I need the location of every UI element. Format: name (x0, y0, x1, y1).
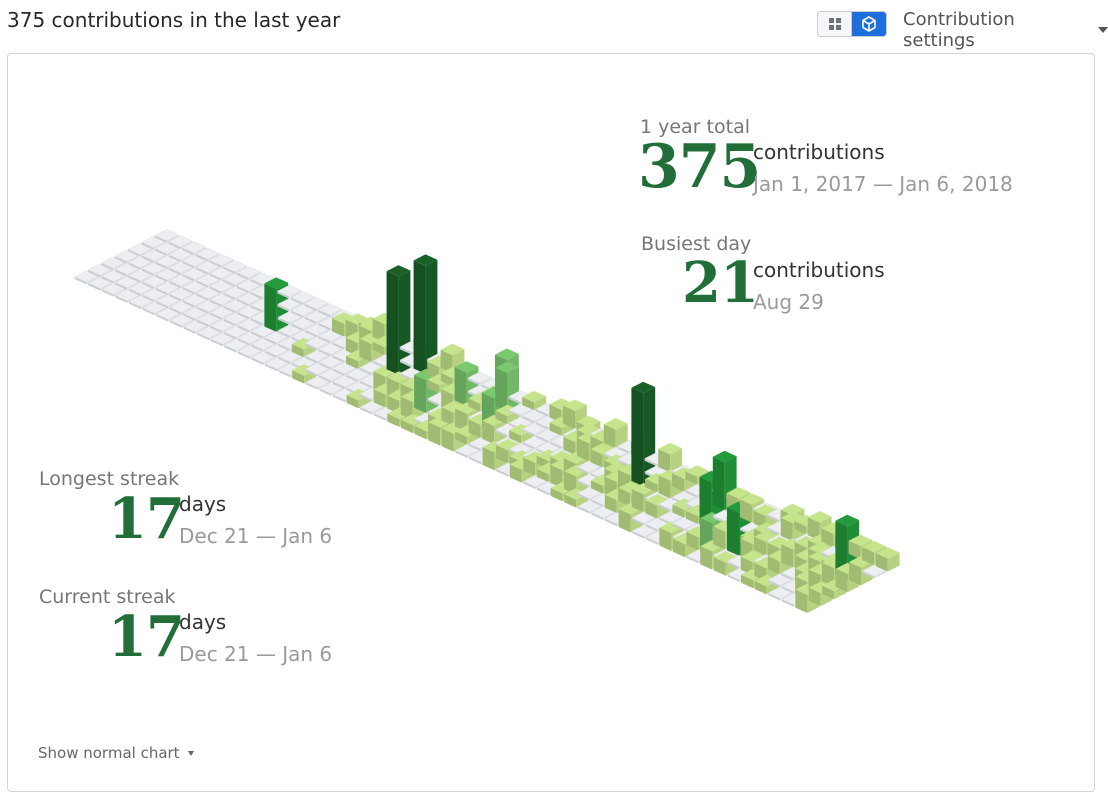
busiest-unit: contributions (753, 258, 885, 282)
grid-icon (828, 18, 841, 30)
total-range: Jan 1, 2017 — Jan 6, 2018 (753, 172, 1013, 196)
cube-icon (862, 16, 876, 32)
caret-down-icon (187, 750, 194, 756)
contribution-settings-label: Contribution settings (903, 9, 1015, 51)
contribution-cell-side (712, 456, 725, 511)
current-streak-value: 17 (108, 604, 185, 670)
contribution-settings-dropdown[interactable]: Contribution settings (903, 9, 1108, 51)
show-normal-chart-label: Show normal chart (38, 744, 180, 762)
longest-streak-value: 17 (108, 486, 185, 552)
contribution-panel: 1 year total 375 contributions Jan 1, 20… (7, 53, 1095, 792)
3d-view-button[interactable] (852, 12, 886, 36)
contribution-cell-side (414, 374, 427, 414)
isometric-contribution-chart (74, 229, 900, 613)
contribution-cell-side (495, 367, 508, 412)
current-streak-unit: days (179, 610, 227, 634)
current-streak-range: Dec 21 — Jan 6 (179, 642, 333, 666)
contribution-cell-side (727, 507, 739, 556)
total-value: 375 (638, 132, 761, 202)
longest-streak-unit: days (179, 492, 227, 516)
contribution-cell-side (454, 367, 467, 406)
show-normal-chart-link[interactable]: Show normal chart (38, 744, 194, 762)
caret-down-icon (1098, 27, 1108, 33)
view-toggle[interactable] (817, 11, 887, 37)
contribution-cell-side (631, 387, 644, 487)
busiest-value: 21 (682, 250, 759, 316)
longest-streak-range: Dec 21 — Jan 6 (179, 524, 333, 548)
busiest-range: Aug 29 (753, 290, 824, 314)
contribution-cell-side (264, 283, 277, 332)
contribution-cell-side (413, 260, 426, 374)
contribution-cell-side (507, 367, 519, 412)
page-title: 375 contributions in the last year (7, 8, 341, 32)
total-unit: contributions (753, 140, 885, 164)
contribution-cell-side (386, 271, 399, 375)
grid-view-button[interactable] (818, 12, 852, 36)
